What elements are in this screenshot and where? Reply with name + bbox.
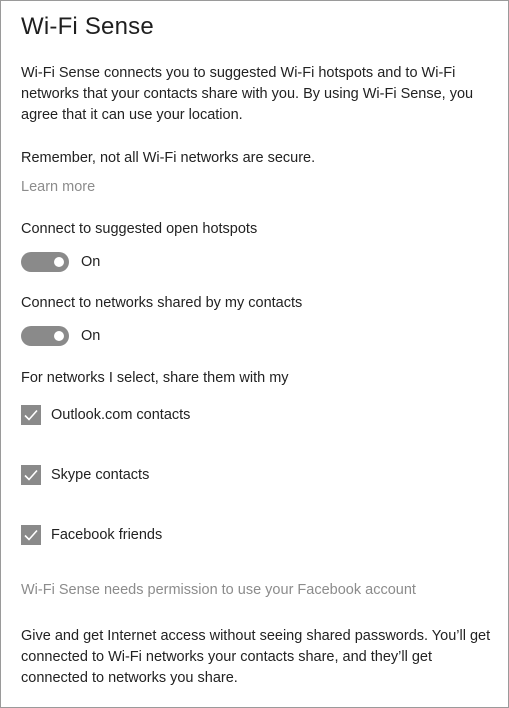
intro-text: Wi-Fi Sense connects you to suggested Wi… [21, 65, 474, 123]
contacts-networks-toggle[interactable] [21, 326, 69, 346]
footer-text: Give and get Internet access without see… [21, 628, 491, 686]
suggested-hotspots-toggle-row: On [21, 251, 100, 273]
share-heading: For networks I select, share them with m… [21, 370, 289, 386]
toggle-knob [54, 331, 64, 341]
contacts-networks-label: Connect to networks shared by my contact… [21, 295, 303, 311]
skype-contacts-checkbox[interactable] [21, 465, 41, 485]
page-title: Wi-Fi Sense [21, 13, 154, 40]
security-reminder: Remember, not all Wi-Fi networks are sec… [21, 150, 316, 166]
outlook-contacts-label: Outlook.com contacts [51, 407, 191, 423]
suggested-hotspots-toggle[interactable] [21, 252, 69, 272]
facebook-permission-link[interactable]: Wi-Fi Sense needs permission to use your… [21, 580, 416, 600]
toggle-knob [54, 257, 64, 267]
facebook-friends-option[interactable]: Facebook friends [21, 524, 162, 546]
facebook-friends-label: Facebook friends [51, 527, 163, 543]
checkmark-icon [24, 469, 38, 481]
checkmark-icon [24, 409, 38, 421]
skype-contacts-option[interactable]: Skype contacts [21, 464, 149, 486]
contacts-networks-state: On [81, 328, 101, 344]
suggested-hotspots-state: On [81, 254, 101, 270]
checkmark-icon [24, 529, 38, 541]
skype-contacts-label: Skype contacts [51, 467, 150, 483]
outlook-contacts-option[interactable]: Outlook.com contacts [21, 404, 190, 426]
contacts-networks-toggle-row: On [21, 325, 100, 347]
facebook-friends-checkbox[interactable] [21, 525, 41, 545]
suggested-hotspots-label: Connect to suggested open hotspots [21, 221, 258, 237]
settings-panel: Wi-Fi Sense Wi-Fi Sense connects you to … [0, 0, 509, 708]
outlook-contacts-checkbox[interactable] [21, 405, 41, 425]
learn-more-link[interactable]: Learn more [21, 177, 95, 197]
